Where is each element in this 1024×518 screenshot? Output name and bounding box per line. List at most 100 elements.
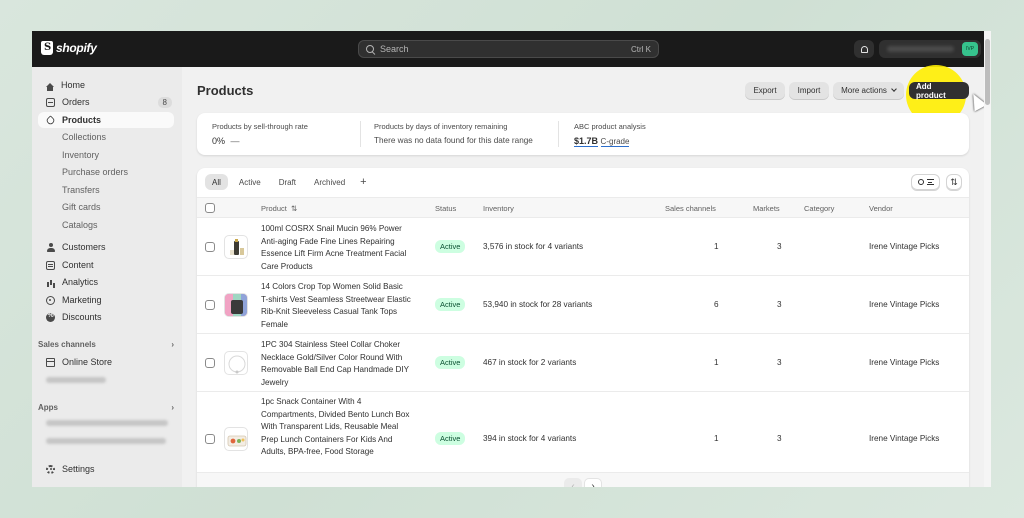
- bar-chart-icon: [46, 278, 55, 287]
- store-menu-button[interactable]: IVP: [879, 40, 981, 58]
- tab-draft[interactable]: Draft: [272, 174, 303, 190]
- status-badge: Active: [435, 298, 466, 311]
- sidebar-item-inventory[interactable]: Inventory: [38, 147, 174, 163]
- gear-icon: [46, 464, 55, 474]
- notifications-button[interactable]: [854, 40, 874, 58]
- shopify-logo[interactable]: shopify: [41, 41, 97, 55]
- sidebar-item-label: Transfers: [62, 185, 100, 195]
- abc-value: $1.7B: [574, 136, 599, 147]
- sidebar-item-gift-cards[interactable]: Gift cards: [38, 199, 174, 215]
- table-row[interactable]: 1pc Snack Container With 4 Compartments,…: [197, 392, 969, 472]
- tab-archived[interactable]: Archived: [307, 174, 352, 190]
- shopify-admin-window: shopify Search Ctrl K IVP Home Orders 8 …: [32, 31, 991, 487]
- status-badge: Active: [435, 356, 466, 369]
- next-page-button[interactable]: ›: [584, 478, 602, 487]
- apps-heading[interactable]: Apps ›: [38, 403, 174, 412]
- sidebar-item-label: Discounts: [62, 312, 102, 322]
- scrollbar-thumb[interactable]: [985, 39, 990, 105]
- divider: [360, 121, 361, 147]
- export-button[interactable]: Export: [745, 82, 785, 99]
- avatar: IVP: [962, 42, 978, 56]
- more-actions-label: More actions: [841, 86, 887, 95]
- column-header-category: Category: [804, 204, 835, 213]
- pagination-bar: ‹ ›: [197, 472, 969, 487]
- inventory-cell: 467 in stock for 2 variants: [483, 358, 577, 367]
- sidebar-item-products[interactable]: Products: [38, 112, 174, 128]
- sort-arrows-icon: ⇅: [290, 204, 298, 213]
- sidebar-item-customers[interactable]: Customers: [38, 239, 174, 255]
- discount-icon: [46, 312, 55, 322]
- status-badge: Active: [435, 432, 466, 445]
- sidebar-item-purchase-orders[interactable]: Purchase orders: [38, 164, 174, 180]
- metric-value: 0% —: [212, 136, 308, 146]
- tab-all[interactable]: All: [205, 174, 228, 190]
- sales-channels-heading[interactable]: Sales channels ›: [38, 340, 174, 349]
- product-name-link[interactable]: 100ml COSRX Snail Mucin 96% Power Anti-a…: [261, 223, 411, 273]
- select-all-checkbox[interactable]: [205, 203, 215, 213]
- store-icon: [46, 357, 55, 367]
- sidebar-item-online-store[interactable]: Online Store: [38, 354, 174, 370]
- sidebar-item-label: Customers: [62, 242, 106, 252]
- table-row[interactable]: 14 Colors Crop Top Women Solid Basic T-s…: [197, 276, 969, 334]
- shopify-bag-icon: [41, 41, 53, 55]
- days-inventory-metric[interactable]: Products by days of inventory remaining …: [374, 122, 533, 145]
- page-scrollbar[interactable]: [984, 31, 991, 487]
- sidebar-item-label: Collections: [62, 132, 107, 142]
- sidebar-item-orders[interactable]: Orders 8: [38, 94, 174, 110]
- import-button[interactable]: Import: [789, 82, 829, 99]
- metric-label: ABC product analysis: [574, 122, 646, 131]
- add-product-button[interactable]: Add product: [909, 82, 969, 100]
- table-row[interactable]: 100ml COSRX Snail Mucin 96% Power Anti-a…: [197, 218, 969, 276]
- sidebar-item-settings[interactable]: Settings: [38, 461, 174, 477]
- sales-channel-blurred[interactable]: [46, 377, 106, 383]
- page-title: Products: [197, 83, 254, 98]
- sidebar-item-marketing[interactable]: Marketing: [38, 292, 174, 308]
- sidebar-item-content[interactable]: Content: [38, 257, 174, 273]
- search-filter-button[interactable]: [911, 174, 940, 190]
- row-checkbox[interactable]: [205, 358, 215, 368]
- orders-icon: [46, 97, 55, 107]
- sidebar-item-label: Inventory: [62, 150, 100, 160]
- row-checkbox[interactable]: [205, 434, 215, 444]
- markets-cell: 3: [777, 300, 782, 309]
- sidebar-item-home[interactable]: Home: [38, 77, 174, 93]
- sidebar-item-transfers[interactable]: Transfers: [38, 182, 174, 198]
- app-blurred[interactable]: [46, 438, 166, 444]
- product-name-link[interactable]: 14 Colors Crop Top Women Solid Basic T-s…: [261, 281, 411, 331]
- status-badge: Active: [435, 240, 466, 253]
- sales-channels-cell: 1: [714, 434, 719, 443]
- sidebar-item-catalogs[interactable]: Catalogs: [38, 217, 174, 233]
- sales-channels-cell: 6: [714, 300, 719, 309]
- table-row[interactable]: 1PC 304 Stainless Steel Collar Choker Ne…: [197, 334, 969, 392]
- app-blurred[interactable]: [46, 420, 168, 426]
- sidebar-item-analytics[interactable]: Analytics: [38, 274, 174, 290]
- add-view-button[interactable]: +: [360, 176, 366, 188]
- vendor-cell: Irene Vintage Picks: [869, 242, 940, 251]
- analytics-card: Products by sell-through rate 0% — Produ…: [197, 113, 969, 155]
- sort-button[interactable]: ⇅: [946, 174, 962, 190]
- sidebar: Home Orders 8 Products Collections Inven…: [32, 67, 182, 487]
- row-checkbox[interactable]: [205, 300, 215, 310]
- product-thumbnail: [224, 427, 248, 451]
- person-icon: [46, 242, 55, 252]
- markets-cell: 3: [777, 242, 782, 251]
- column-header-product[interactable]: Product ⇅: [261, 204, 297, 213]
- products-table-card: All Active Draft Archived + ⇅ Product ⇅ …: [197, 168, 969, 487]
- tab-active[interactable]: Active: [232, 174, 268, 190]
- product-name-link[interactable]: 1PC 304 Stainless Steel Collar Choker Ne…: [261, 339, 411, 389]
- sidebar-item-discounts[interactable]: Discounts: [38, 309, 174, 325]
- product-name-link[interactable]: 1pc Snack Container With 4 Compartments,…: [261, 396, 411, 459]
- sell-through-metric[interactable]: Products by sell-through rate 0% —: [212, 122, 308, 146]
- abc-analysis-metric[interactable]: ABC product analysis $1.7B C-grade: [574, 122, 646, 147]
- search-icon: [366, 45, 374, 53]
- tag-icon: [45, 114, 56, 126]
- sidebar-item-collections[interactable]: Collections: [38, 129, 174, 145]
- markets-cell: 3: [777, 358, 782, 367]
- search-bar[interactable]: Search Ctrl K: [358, 40, 659, 58]
- previous-page-button[interactable]: ‹: [564, 478, 582, 487]
- product-thumbnail: [224, 235, 248, 259]
- sidebar-item-label: Marketing: [62, 295, 102, 305]
- more-actions-button[interactable]: More actions: [833, 82, 904, 99]
- sidebar-item-label: Orders: [62, 97, 90, 107]
- row-checkbox[interactable]: [205, 242, 215, 252]
